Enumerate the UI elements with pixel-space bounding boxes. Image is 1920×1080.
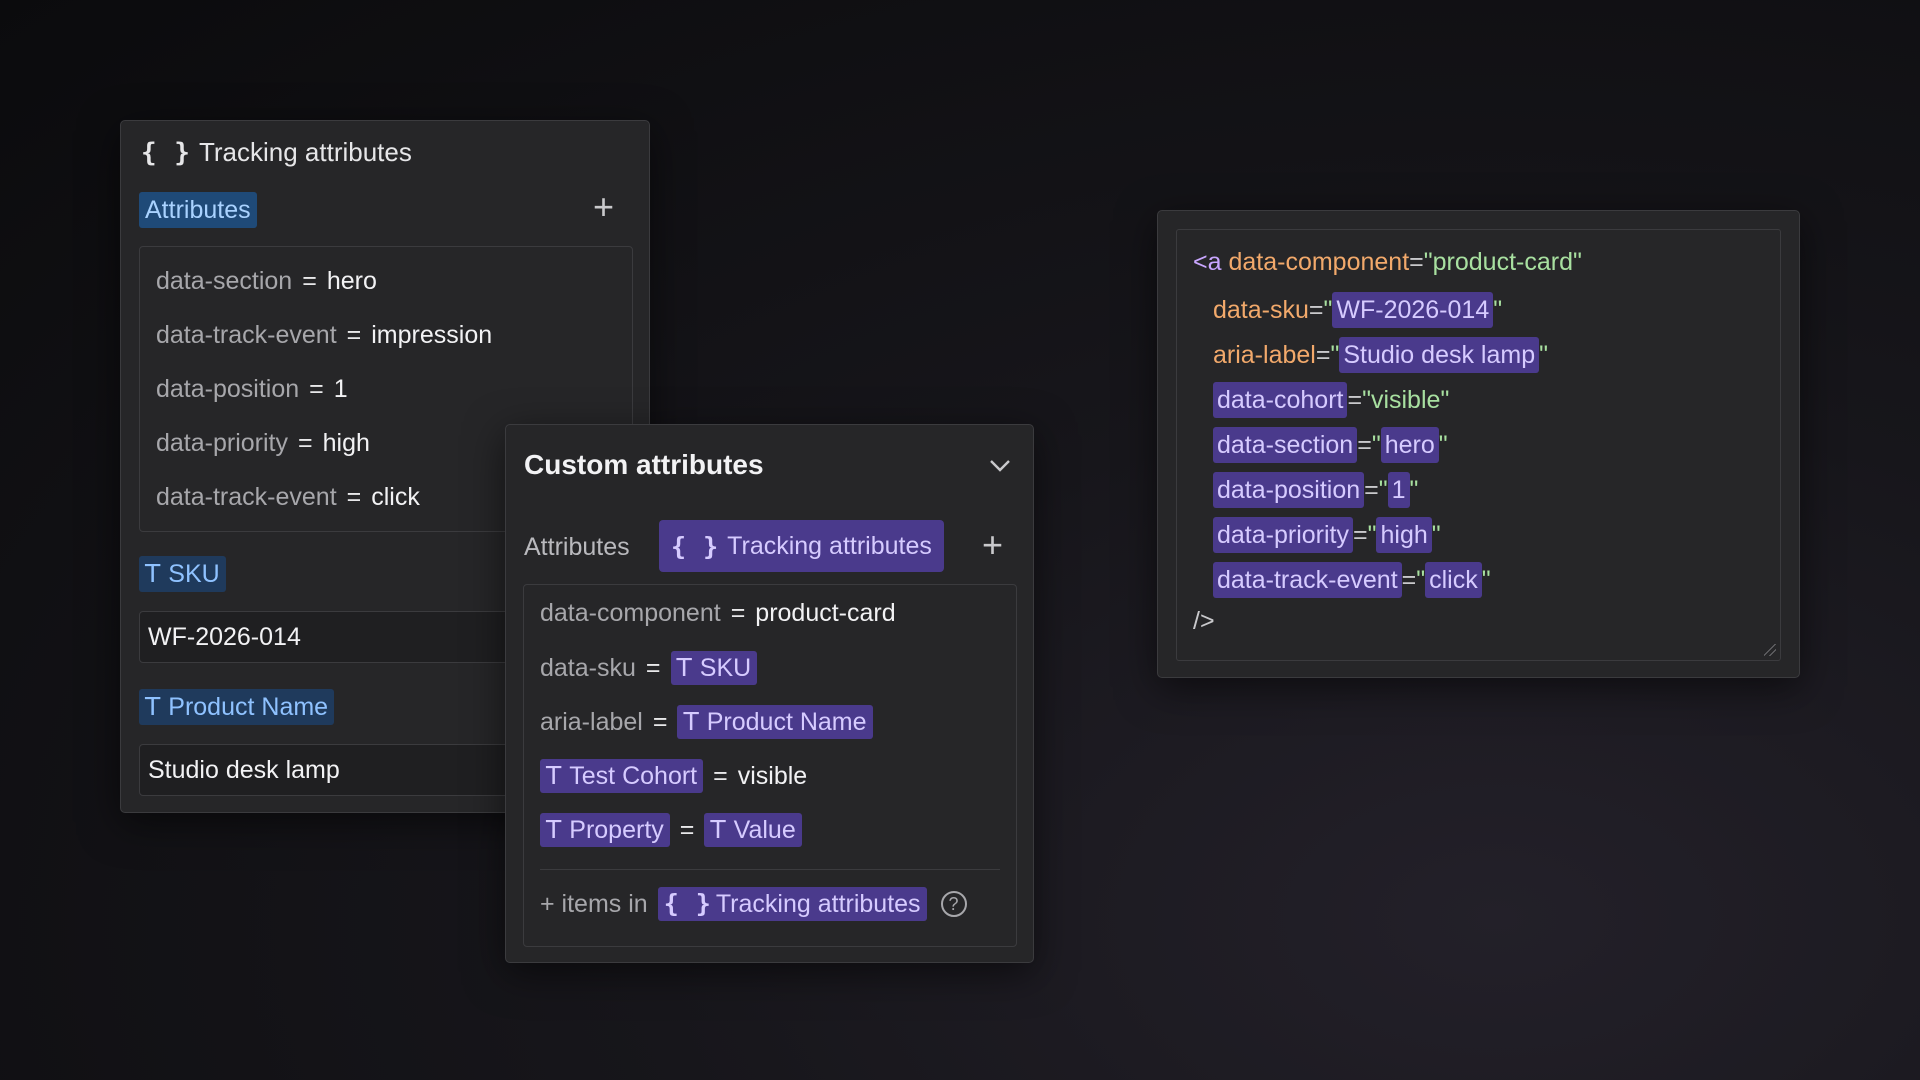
panel-title: Custom attributes (524, 449, 764, 480)
list-item[interactable]: data-priority = high (156, 429, 370, 458)
value-chip[interactable]: T Value (704, 813, 802, 847)
braces-icon: { } (671, 531, 720, 561)
text-type-icon: T (546, 761, 562, 790)
code-line: data-track-event = " click " (1213, 562, 1491, 598)
code-line: data-sku = " WF-2026-014 " (1213, 292, 1502, 328)
code-line: /> (1193, 607, 1215, 635)
text-type-icon: T (683, 707, 699, 736)
code-preview[interactable]: <a data-component = " product-card " data-sk… (1176, 229, 1781, 661)
test-cohort-chip[interactable]: T Test Cohort (540, 759, 704, 793)
items-in-row: + items in { } Tracking attributes ? (540, 887, 967, 921)
chevron-down-icon[interactable] (989, 453, 1011, 479)
list-item[interactable]: data-track-event = impression (156, 321, 492, 350)
code-line: aria-label = " Studio desk lamp " (1213, 337, 1548, 373)
code-line: data-position = " 1 " (1213, 472, 1418, 508)
text-type-icon: T (710, 815, 726, 844)
help-icon[interactable]: ? (940, 891, 967, 917)
text-type-icon: T (145, 559, 161, 588)
text-type-icon: T (145, 692, 161, 721)
braces-icon: { } (663, 889, 712, 918)
sku-chip[interactable]: T SKU (670, 651, 758, 685)
text-type-icon: T (676, 653, 692, 682)
code-line: data-section = " hero " (1213, 427, 1448, 463)
code-preview-panel: <a data-component = " product-card " data-sk… (1157, 210, 1800, 678)
sku-label-chip: T SKU (139, 556, 226, 592)
tab-tracking-attributes[interactable]: { } Tracking attributes (659, 520, 944, 572)
add-attribute-plus-icon[interactable]: + (982, 527, 1003, 563)
code-line: data-priority = " high " (1213, 517, 1441, 553)
list-item[interactable]: data-track-event = click (156, 483, 420, 512)
braces-icon: { } (141, 137, 191, 168)
text-type-icon: T (546, 815, 562, 844)
property-chip[interactable]: T Property (540, 813, 670, 847)
product-name-chip[interactable]: T Product Name (677, 705, 873, 739)
list-item[interactable]: data-component = product-card (540, 599, 896, 628)
tracking-attributes-chip[interactable]: { } Tracking attributes (657, 887, 927, 921)
panel-title: { } Tracking attributes (141, 137, 412, 168)
panel-title-text: Tracking attributes (198, 137, 412, 167)
resize-handle[interactable] (1764, 644, 1776, 656)
add-attribute-plus-icon[interactable]: + (593, 189, 614, 225)
list-item[interactable]: aria-label = T Product Name (540, 705, 873, 739)
attributes-tab[interactable]: Attributes (139, 192, 257, 228)
list-item[interactable]: data-position = 1 (156, 375, 348, 404)
code-line: <a data-component = " product-card " (1193, 248, 1582, 276)
custom-attributes-list: data-component = product-card data-sku = TS… (523, 584, 1017, 947)
list-item[interactable]: T Test Cohort = visible (540, 759, 807, 793)
list-item[interactable]: data-sku = T SKU (540, 651, 758, 685)
list-item[interactable]: T Property = T Value (540, 813, 802, 847)
custom-attributes-panel: Custom attributes Attributes { } Trackin… (505, 424, 1034, 963)
code-line: data-cohort = " visible " (1213, 382, 1449, 418)
product-name-label-chip: T Product Name (139, 689, 335, 725)
list-item[interactable]: data-section = hero (156, 267, 377, 296)
attributes-label: Attributes (524, 533, 630, 561)
divider (540, 869, 1000, 870)
